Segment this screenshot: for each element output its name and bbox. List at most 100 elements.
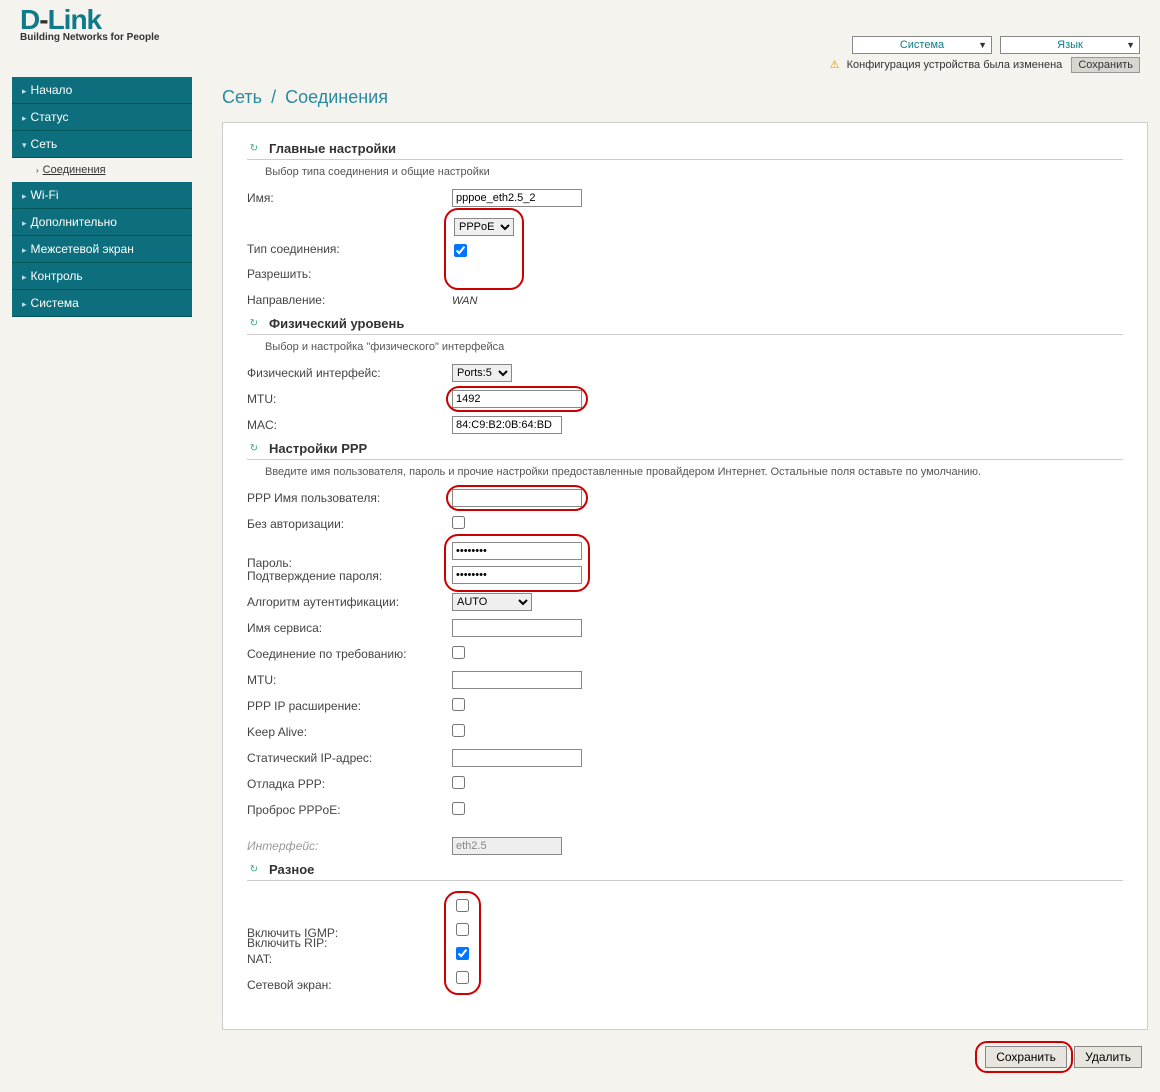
sidebar: ▸Начало ▸Статус ▾Сеть ›Соединения ▸Wi-Fi…: [12, 77, 192, 317]
phys-mac-input[interactable]: [452, 416, 562, 434]
ppp-mtu-input[interactable]: [452, 671, 582, 689]
phys-iface-select[interactable]: Ports:5: [452, 364, 512, 382]
ppp-passthru-label: Проброс PPPoE:: [247, 803, 452, 817]
logo: D-Link Building Networks for People: [20, 4, 159, 43]
sidebar-item-label: Дополнительно: [31, 215, 117, 229]
logo-brand-mid: -: [39, 4, 47, 35]
section-main-desc: Выбор типа соединения и общие настройки: [265, 166, 1123, 178]
breadcrumb-b: Соединения: [285, 87, 388, 107]
system-dropdown[interactable]: Система ▼: [852, 36, 992, 54]
phys-mac-label: MAC:: [247, 418, 452, 432]
allow-label: Разрешить:: [247, 267, 452, 281]
section-phys-head: ↻ Физический уровень: [247, 316, 1123, 335]
misc-fw-label: Сетевой экран:: [247, 978, 452, 992]
sidebar-item-label: Wi-Fi: [31, 188, 59, 202]
sidebar-item-system[interactable]: ▸Система: [12, 290, 192, 317]
ppp-debug-checkbox[interactable]: [452, 776, 465, 789]
section-misc-head: ↻ Разное: [247, 862, 1123, 881]
sidebar-item-label: Система: [31, 296, 79, 310]
ppp-debug-label: Отладка PPP:: [247, 777, 452, 791]
type-label: Тип соединения:: [247, 242, 452, 256]
section-misc-title: Разное: [269, 862, 314, 877]
system-dropdown-label: Система: [900, 39, 944, 51]
sidebar-item-control[interactable]: ▸Контроль: [12, 263, 192, 290]
logo-brand-pre: D: [20, 4, 39, 35]
name-label: Имя:: [247, 191, 452, 205]
footer-actions: Сохранить Удалить: [222, 1030, 1148, 1072]
sidebar-subitem-connections[interactable]: ›Соединения: [12, 158, 192, 182]
breadcrumb-a: Сеть: [222, 87, 262, 107]
ppp-iface-input: [452, 837, 562, 855]
ppp-service-label: Имя сервиса:: [247, 621, 452, 635]
notice-text: Конфигурация устройства была изменена: [847, 59, 1063, 71]
allow-checkbox[interactable]: [454, 244, 467, 257]
misc-igmp-checkbox[interactable]: [456, 923, 469, 936]
ppp-iface-label: Интерфейс:: [247, 839, 452, 853]
ppp-auth-select[interactable]: AUTO: [452, 593, 532, 611]
warning-icon: ⚠: [830, 59, 840, 71]
refresh-icon: ↻: [247, 142, 261, 156]
sidebar-item-advanced[interactable]: ▸Дополнительно: [12, 209, 192, 236]
section-phys-desc: Выбор и настройка "физического" интерфей…: [265, 341, 1123, 353]
ppp-pass2-input[interactable]: [452, 566, 582, 584]
sidebar-item-label: Сеть: [31, 137, 58, 151]
ppp-passthru-checkbox[interactable]: [452, 802, 465, 815]
name-input[interactable]: [452, 189, 582, 207]
misc-nat-checkbox[interactable]: [456, 947, 469, 960]
section-main-head: ↻ Главные настройки: [247, 141, 1123, 160]
phys-mtu-input[interactable]: [452, 390, 582, 408]
ppp-ext-label: PPP IP расширение:: [247, 699, 452, 713]
sidebar-item-network[interactable]: ▾Сеть: [12, 131, 192, 158]
ppp-auth-label: Алгоритм аутентификации:: [247, 595, 452, 609]
misc-igmp-label: Включить IGMP:: [247, 926, 452, 940]
ppp-ondemand-checkbox[interactable]: [452, 646, 465, 659]
ppp-keepalive-checkbox[interactable]: [452, 724, 465, 737]
refresh-icon: ↻: [247, 442, 261, 456]
sidebar-item-firewall[interactable]: ▸Межсетевой экран: [12, 236, 192, 263]
breadcrumb: Сеть / Соединения: [222, 77, 1148, 122]
notice-save-button[interactable]: Сохранить: [1071, 57, 1140, 73]
language-dropdown[interactable]: Язык ▼: [1000, 36, 1140, 54]
ppp-noauth-checkbox[interactable]: [452, 516, 465, 529]
sidebar-item-status[interactable]: ▸Статус: [12, 104, 192, 131]
misc-rip-checkbox[interactable]: [456, 899, 469, 912]
sidebar-item-wifi[interactable]: ▸Wi-Fi: [12, 182, 192, 209]
ppp-pass2-label: Подтверждение пароля:: [247, 569, 452, 583]
section-main-title: Главные настройки: [269, 141, 396, 156]
direction-value: WAN: [452, 295, 477, 307]
phys-mtu-label: MTU:: [247, 392, 452, 406]
ppp-noauth-label: Без авторизации:: [247, 517, 452, 531]
sidebar-item-label: Начало: [31, 83, 73, 97]
section-ppp-desc: Введите имя пользователя, пароль и прочи…: [265, 466, 1123, 478]
ppp-staticip-label: Статический IP-адрес:: [247, 751, 452, 765]
section-phys-title: Физический уровень: [269, 316, 404, 331]
language-dropdown-label: Язык: [1057, 39, 1083, 51]
ppp-pass-label: Пароль:: [247, 556, 452, 570]
type-select[interactable]: PPPoE: [454, 218, 514, 236]
section-ppp-title: Настройки PPP: [269, 441, 367, 456]
sidebar-item-home[interactable]: ▸Начало: [12, 77, 192, 104]
notice-bar: ⚠ Конфигурация устройства была изменена …: [0, 50, 1160, 77]
direction-label: Направление:: [247, 293, 452, 307]
sidebar-item-label: Межсетевой экран: [31, 242, 134, 256]
refresh-icon: ↻: [247, 863, 261, 877]
ppp-keepalive-label: Keep Alive:: [247, 725, 452, 739]
phys-iface-label: Физический интерфейс:: [247, 366, 452, 380]
delete-button[interactable]: Удалить: [1074, 1046, 1142, 1068]
ppp-pass-input[interactable]: [452, 542, 582, 560]
ppp-mtu-label: MTU:: [247, 673, 452, 687]
save-button[interactable]: Сохранить: [985, 1046, 1067, 1068]
logo-brand-post: Link: [48, 4, 102, 35]
chevron-down-icon: ▼: [978, 40, 987, 50]
refresh-icon: ↻: [247, 317, 261, 331]
misc-nat-label: NAT:: [247, 952, 452, 966]
ppp-service-input[interactable]: [452, 619, 582, 637]
chevron-down-icon: ▼: [1126, 40, 1135, 50]
ppp-staticip-input[interactable]: [452, 749, 582, 767]
section-ppp-head: ↻ Настройки PPP: [247, 441, 1123, 460]
sidebar-item-label: Контроль: [31, 269, 83, 283]
ppp-ext-checkbox[interactable]: [452, 698, 465, 711]
ppp-user-input[interactable]: [452, 489, 582, 507]
ppp-ondemand-label: Соединение по требованию:: [247, 647, 452, 661]
misc-fw-checkbox[interactable]: [456, 971, 469, 984]
